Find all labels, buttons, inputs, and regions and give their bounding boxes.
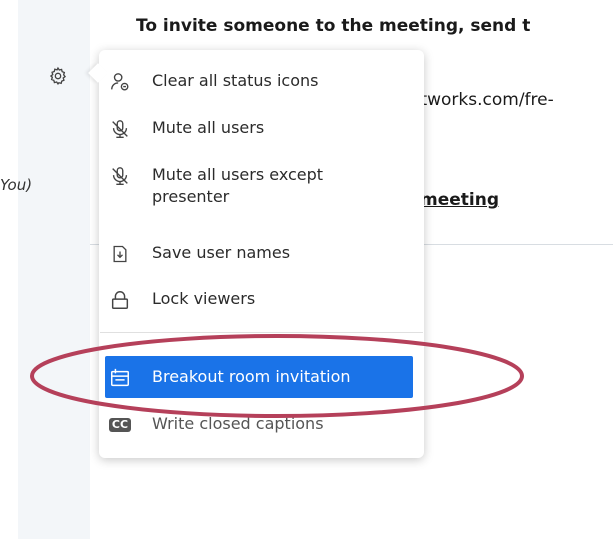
- clear-status-icon: [108, 70, 132, 94]
- menu-item-label: Clear all status icons: [152, 71, 319, 90]
- menu-item-label: Mute all users except presenter: [152, 165, 324, 206]
- menu-item-save-user-names[interactable]: Save user names: [108, 242, 290, 266]
- invite-link-text[interactable]: etworks.com/fre-: [410, 90, 554, 110]
- download-file-icon: [108, 242, 132, 266]
- menu-item-mute-except-presenter[interactable]: Mute all users except presenter: [108, 164, 323, 208]
- gear-icon: [49, 66, 67, 86]
- mic-off-icon: [108, 117, 132, 141]
- mic-off-icon: [108, 164, 132, 188]
- menu-item-lock-viewers[interactable]: Lock viewers: [108, 288, 255, 312]
- annotation-ellipse: [30, 334, 524, 418]
- menu-item-label: Mute all users: [152, 118, 265, 137]
- menu-item-mute-all[interactable]: Mute all users: [108, 117, 264, 141]
- welcome-message: To invite someone to the meeting, send t: [136, 16, 531, 36]
- meeting-link[interactable]: meeting: [420, 190, 499, 210]
- lock-icon: [108, 288, 132, 312]
- left-sidebar: [0, 0, 18, 539]
- manage-users-button[interactable]: [46, 64, 70, 88]
- cc-badge: CC: [108, 418, 132, 432]
- current-user-label: You): [0, 176, 33, 194]
- menu-item-label: Lock viewers: [152, 289, 256, 308]
- menu-item-label: Save user names: [152, 243, 291, 262]
- menu-item-clear-status[interactable]: Clear all status icons: [108, 70, 318, 94]
